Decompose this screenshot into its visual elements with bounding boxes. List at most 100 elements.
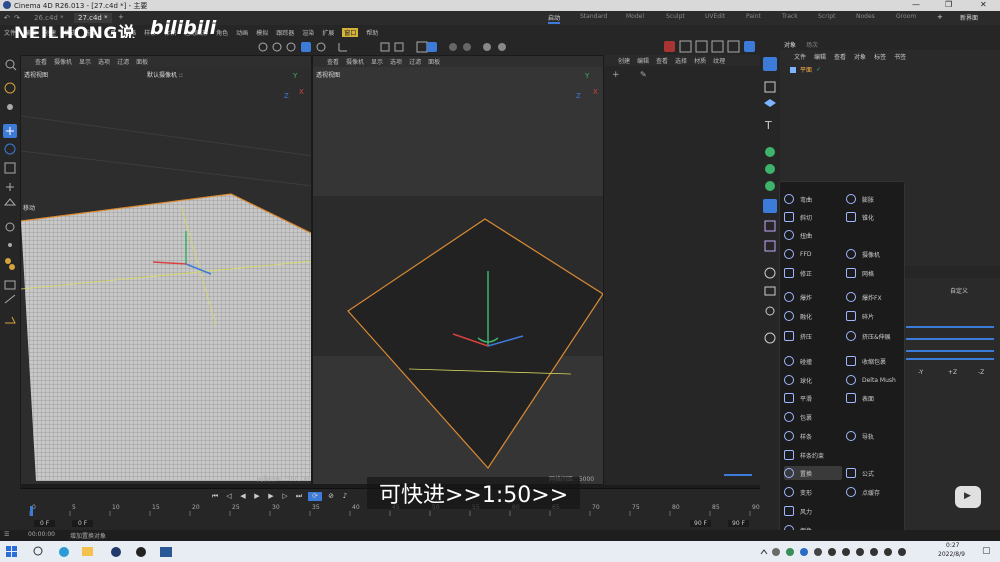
deformer-item[interactable]: 平滑 — [784, 391, 812, 405]
deformer-item[interactable]: 导轨 — [846, 429, 874, 443]
mode-tab-sculpt[interactable]: Sculpt — [666, 13, 685, 20]
record-icon[interactable]: ⊘ — [326, 492, 336, 501]
close-icon[interactable]: ✕ — [980, 0, 987, 9]
attr-slider-2[interactable] — [906, 338, 994, 340]
maximize-icon[interactable]: ❐ — [945, 0, 952, 9]
deformer-item[interactable]: 斜切 — [784, 210, 812, 224]
obj-tags-menu[interactable]: 标签 — [874, 52, 886, 61]
menu-simulate[interactable]: 模拟 — [256, 28, 268, 37]
end-frame-2[interactable]: 90 F — [728, 520, 749, 527]
attr-custom-dropdown[interactable]: 自定义 — [950, 286, 968, 295]
mat-material-menu[interactable]: 材质 — [694, 56, 706, 65]
prev-frame-icon[interactable]: ◀ — [238, 492, 248, 501]
minimize-icon[interactable]: — — [912, 0, 920, 9]
mat-add-icon[interactable]: + — [612, 70, 620, 80]
mat-texture-menu[interactable]: 纹理 — [713, 56, 725, 65]
end-frame[interactable]: 90 F — [690, 520, 711, 527]
mode-tab-groom[interactable]: Groom — [896, 13, 916, 20]
menu-character[interactable]: 角色 — [216, 28, 228, 37]
mode-tab-startup[interactable]: 启动 — [548, 13, 561, 24]
start-frame[interactable]: 0 F — [34, 520, 56, 527]
deformer-item[interactable]: 挤压 — [784, 329, 812, 343]
obj-edit-menu[interactable]: 编辑 — [814, 52, 826, 61]
mat-create-menu[interactable]: 创建 — [618, 56, 630, 65]
mat-edit-menu[interactable]: 编辑 — [637, 56, 649, 65]
prev-key-icon[interactable]: ◁ — [224, 492, 234, 501]
obj-view-menu[interactable]: 查看 — [834, 52, 846, 61]
attr-slider-1[interactable] — [906, 326, 994, 328]
viewport-right[interactable]: 查看 摄像机 显示 选项 过滤 面板 透视视图 Y X Z 网格间距 : 500… — [312, 55, 604, 485]
deformer-item[interactable]: 球化 — [784, 373, 812, 387]
deformer-item[interactable]: 摄像机 — [846, 247, 880, 261]
deformer-item[interactable]: 表面 — [846, 391, 874, 405]
mat-select-menu[interactable]: 选择 — [675, 56, 687, 65]
deformer-item[interactable]: 碰撞 — [784, 354, 812, 368]
attr-slider-3[interactable] — [906, 350, 994, 352]
deformer-item[interactable]: 风力 — [784, 504, 812, 518]
deformer-item[interactable]: 样条 — [784, 429, 812, 443]
timeline-playhead[interactable] — [30, 506, 33, 516]
deformer-item[interactable]: 修正 — [784, 266, 812, 280]
mode-tab-nodes[interactable]: Nodes — [856, 13, 875, 20]
axis-neg-y[interactable]: -Y — [918, 369, 923, 376]
deformer-item[interactable]: 置换 — [784, 466, 842, 480]
deformer-item[interactable]: FFD — [784, 247, 812, 261]
new-interface-button[interactable]: 新界面 — [960, 13, 978, 22]
loop-icon[interactable]: ⟳ — [308, 492, 322, 501]
menu-animate[interactable]: 动画 — [236, 28, 248, 37]
tab-objects[interactable]: 对象 — [784, 40, 796, 49]
play-icon[interactable]: ▶ — [252, 492, 262, 501]
deformer-item[interactable]: 公式 — [846, 466, 874, 480]
menu-tracker[interactable]: 跟踪器 — [276, 28, 294, 37]
object-row-plane[interactable]: 平面 ✓ — [790, 65, 821, 74]
deformer-item[interactable]: 弯曲 — [784, 192, 812, 206]
deformer-item[interactable]: 挤压&伸展 — [846, 329, 891, 343]
current-frame[interactable]: 0 F — [72, 520, 94, 527]
next-frame-icon[interactable]: ▶ — [266, 492, 276, 501]
next-key-icon[interactable]: ▷ — [280, 492, 290, 501]
deformer-item[interactable]: 样条约束 — [784, 448, 824, 462]
deformer-item[interactable]: 爆炸FX — [846, 290, 882, 304]
deformer-item[interactable]: 变形 — [784, 485, 812, 499]
deformer-item[interactable]: 扭曲 — [784, 228, 812, 242]
deformer-item[interactable]: 锥化 — [846, 210, 874, 224]
deformer-item[interactable]: 融化 — [784, 309, 812, 323]
status-menu-icon[interactable]: ☰ — [4, 531, 9, 538]
deformer-item[interactable]: 膨胀 — [846, 192, 874, 206]
obj-file-menu[interactable]: 文件 — [794, 52, 806, 61]
mat-eyedropper-icon[interactable]: ✎ — [640, 70, 647, 79]
mat-view-menu[interactable]: 查看 — [656, 56, 668, 65]
deformer-item[interactable]: 包裹 — [784, 410, 812, 424]
tab-takes[interactable]: 场次 — [806, 40, 818, 49]
menu-help[interactable]: 帮助 — [366, 28, 378, 37]
deformer-item[interactable]: 碎片 — [846, 309, 874, 323]
undo-icon[interactable]: ↶ — [4, 14, 10, 22]
mode-tab-script[interactable]: Script — [818, 13, 835, 20]
deformer-item[interactable]: 网格 — [846, 266, 874, 280]
obj-bookmarks-menu[interactable]: 书签 — [894, 52, 906, 61]
notification-icon[interactable]: ▢ — [982, 546, 991, 556]
mode-tab-uvedit[interactable]: UVEdit — [705, 13, 725, 20]
obj-object-menu[interactable]: 对象 — [854, 52, 866, 61]
viewport-left[interactable]: 查看 摄像机 显示 选项 过滤 面板 透视视图 默认摄像机 :: 移动 Y X … — [20, 55, 312, 485]
mode-tab-standard[interactable]: Standard — [580, 13, 607, 20]
attr-slider-4[interactable] — [906, 358, 994, 360]
goto-start-icon[interactable]: ⏮ — [210, 492, 220, 501]
mode-tab-paint[interactable]: Paint — [746, 13, 761, 20]
menu-window[interactable]: 窗口 — [342, 28, 359, 37]
mode-tab-track[interactable]: Track — [782, 13, 798, 20]
video-play-icon[interactable]: ▶ — [955, 486, 981, 508]
deformer-item[interactable]: 爆炸 — [784, 290, 812, 304]
deformer-item[interactable]: Delta Mush — [846, 373, 896, 387]
mode-tab-model[interactable]: Model — [626, 13, 644, 20]
deformer-item[interactable]: 点缓存 — [846, 485, 880, 499]
mat-zoom-slider[interactable] — [724, 474, 752, 476]
deformer-item[interactable]: 收缩包裹 — [846, 354, 886, 368]
menu-extensions[interactable]: 扩展 — [322, 28, 334, 37]
axis-pos-z[interactable]: +Z — [948, 369, 957, 376]
goto-end-icon[interactable]: ⏭ — [294, 492, 304, 501]
axis-neg-z[interactable]: -Z — [978, 369, 984, 376]
add-layout-icon[interactable]: + — [937, 13, 943, 21]
menu-render[interactable]: 渲染 — [302, 28, 314, 37]
sound-icon[interactable]: ♪ — [340, 492, 350, 501]
